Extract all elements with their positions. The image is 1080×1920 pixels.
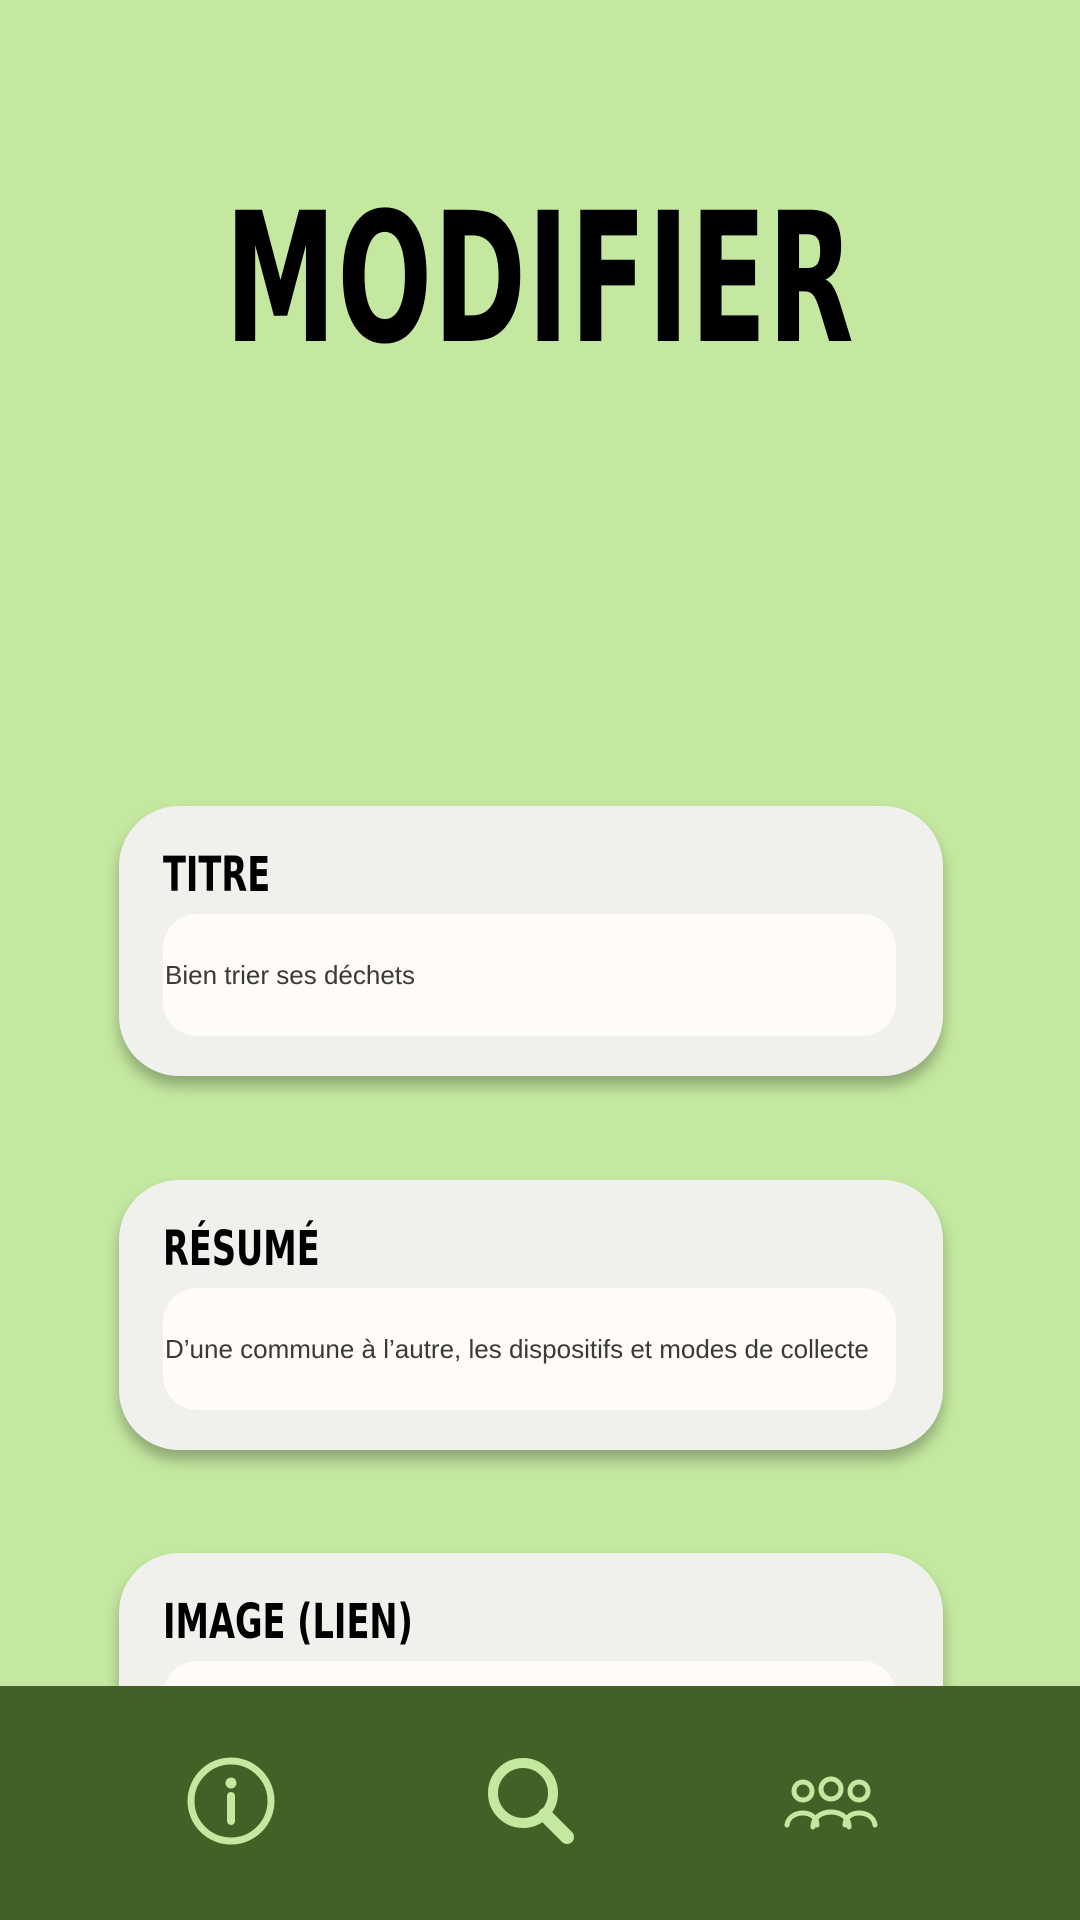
nav-community-button[interactable] [776, 1746, 886, 1856]
image-link-label: IMAGE (LIEN) [163, 1594, 413, 1650]
page-title: MODIFIER [225, 175, 855, 384]
nav-info-button[interactable] [176, 1746, 286, 1856]
summary-input[interactable]: D’une commune à l’autre, les dispositifs… [163, 1288, 896, 1410]
title-label: TITRE [163, 847, 271, 903]
title-input-value: Bien trier ses déchets [165, 960, 416, 990]
summary-label: RÉSUMÉ [163, 1221, 320, 1277]
bottom-nav [0, 1686, 1080, 1920]
search-icon [483, 1753, 579, 1849]
summary-input-value: D’une commune à l’autre, les dispositifs… [165, 1334, 869, 1364]
nav-search-button[interactable] [476, 1746, 586, 1856]
summary-card: RÉSUMÉ D’une commune à l’autre, les disp… [119, 1180, 943, 1450]
community-icon [783, 1753, 879, 1849]
title-card: TITRE Bien trier ses déchets [119, 806, 943, 1076]
title-input[interactable]: Bien trier ses déchets [163, 914, 896, 1036]
info-icon [185, 1755, 277, 1847]
